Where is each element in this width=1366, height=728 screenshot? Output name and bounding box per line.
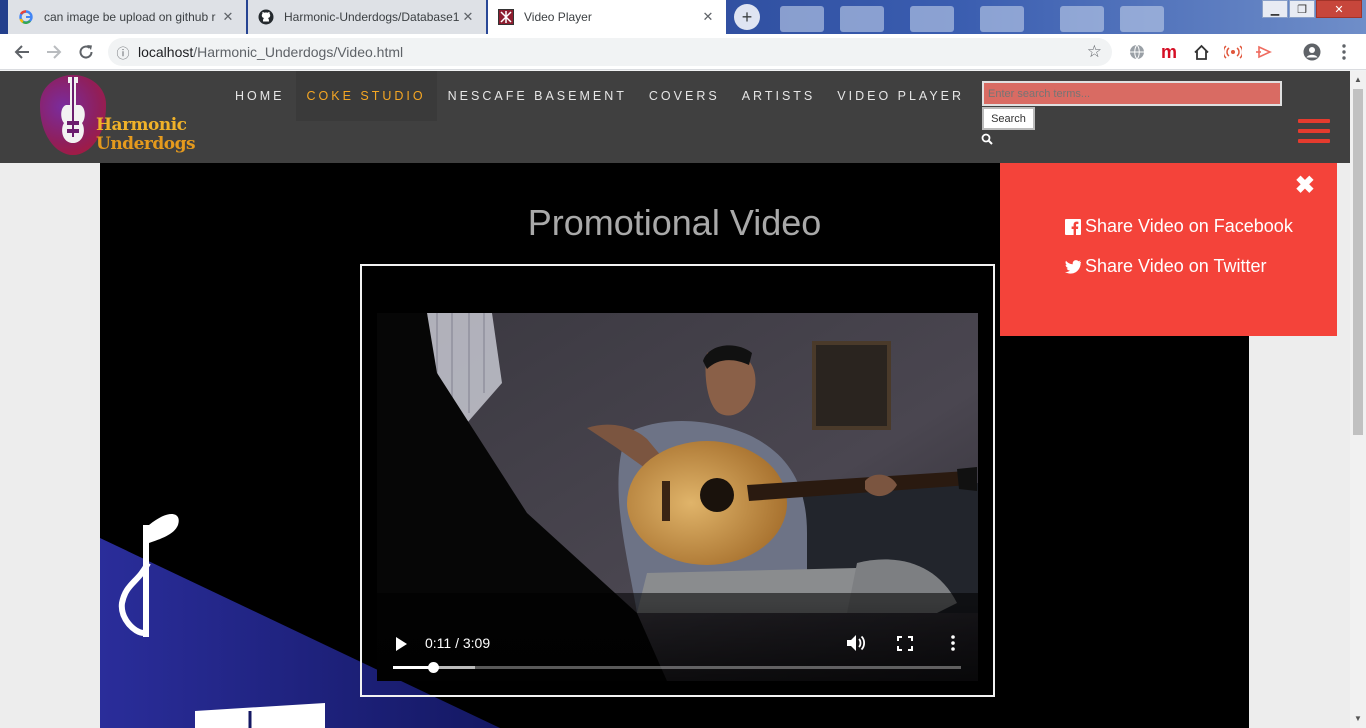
logo-text-underdogs: Underdogs [96,134,196,154]
close-tab-icon[interactable]: ✕ [460,9,476,25]
site-navbar: Harmonic Underdogs HOME COKE STUDIO NESC… [0,71,1350,163]
new-tab-button[interactable]: + [734,4,760,30]
video-player[interactable]: 0:11 / 3:09 [377,313,978,681]
share-panel: ✖ Share Video on Facebook Share Video on… [1000,163,1337,336]
restore-window-button[interactable]: ❐ [1289,0,1315,18]
seek-progress [393,666,433,669]
github-icon [258,9,274,25]
facebook-icon [1065,218,1081,235]
close-tab-icon[interactable]: ✕ [700,9,716,25]
bookmark-star-icon[interactable]: ☆ [1087,42,1102,62]
tab-title: Harmonic-Underdogs/Database1 [284,10,460,24]
share-twitter-label: Share Video on Twitter [1085,256,1267,276]
site-logo[interactable]: Harmonic Underdogs [40,75,196,159]
play-icon[interactable] [395,637,407,651]
logo-text-harmonic: Harmonic [96,115,187,135]
share-facebook-label: Share Video on Facebook [1085,216,1293,236]
video-frame: 0:11 / 3:09 [360,264,995,697]
site-info-icon[interactable]: ⓘ [108,43,138,62]
nav-coke-studio[interactable]: COKE STUDIO [295,71,437,121]
page-viewport: Harmonic Underdogs HOME COKE STUDIO NESC… [0,71,1350,728]
nav-nescafe-basement[interactable]: NESCAFE BASEMENT [437,71,638,121]
close-window-button[interactable]: ✕ [1316,0,1362,18]
browser-tab-github[interactable]: Harmonic-Underdogs/Database1 ✕ [248,0,486,34]
browser-toolbar: ⓘ localhost/Harmonic_Underdogs/Video.htm… [0,34,1366,70]
search-input[interactable] [982,81,1282,106]
share-twitter-link[interactable]: Share Video on Twitter [1065,256,1266,277]
close-tab-icon[interactable]: ✕ [220,9,236,25]
site-icon [498,9,514,25]
profile-icon[interactable] [1300,40,1324,64]
close-icon[interactable]: ✖ [1295,171,1315,200]
nav-artists[interactable]: ARTISTS [731,71,827,121]
browser-tab-google[interactable]: can image be upload on github r ✕ [8,0,246,34]
hamburger-menu-icon[interactable] [1298,119,1330,145]
cast-extension-icon[interactable] [1221,40,1245,64]
nav-covers[interactable]: COVERS [638,71,731,121]
volume-icon[interactable] [847,634,867,652]
m-extension-icon[interactable]: m [1157,40,1181,64]
more-options-icon[interactable] [951,635,955,651]
seek-thumb[interactable] [427,662,439,673]
video-controls: 0:11 / 3:09 [377,601,978,681]
forward-icon[interactable] [42,40,66,64]
browser-menu-icon[interactable] [1332,40,1356,64]
back-icon[interactable] [10,40,34,64]
google-icon [18,9,34,25]
scroll-down-arrow-icon[interactable]: ▼ [1353,714,1363,723]
guitar-icon [61,77,85,143]
globe-extension-icon[interactable] [1125,40,1149,64]
home-icon[interactable] [1189,40,1213,64]
url-path: /Harmonic_Underdogs/Video.html [193,44,404,60]
browser-tab-video-player[interactable]: Video Player ✕ [488,0,726,34]
seek-bar[interactable] [393,662,961,673]
tab-title: Video Player [524,10,592,24]
tab-title: can image be upload on github r [44,10,216,24]
scrollbar-thumb[interactable] [1353,89,1363,435]
reload-icon[interactable] [74,40,98,64]
page-scrollbar[interactable]: ▲ ▼ [1350,71,1366,728]
url-host: localhost [138,44,194,60]
play-extension-icon[interactable] [1253,40,1277,64]
main-menu: HOME COKE STUDIO NESCAFE BASEMENT COVERS… [224,71,975,121]
video-time-display: 0:11 / 3:09 [425,635,491,651]
nav-home[interactable]: HOME [224,71,296,121]
desktop-background [770,0,1170,34]
search-icon[interactable] [981,133,993,145]
search-button[interactable]: Search [982,107,1035,130]
fullscreen-icon[interactable] [897,636,913,651]
minimize-window-button[interactable]: ▁ [1262,0,1288,18]
twitter-icon [1065,259,1081,274]
share-facebook-link[interactable]: Share Video on Facebook [1065,216,1293,237]
address-bar[interactable]: ⓘ localhost/Harmonic_Underdogs/Video.htm… [108,38,1112,66]
scroll-up-arrow-icon[interactable]: ▲ [1353,75,1363,84]
nav-video-player[interactable]: VIDEO PLAYER [826,71,975,121]
